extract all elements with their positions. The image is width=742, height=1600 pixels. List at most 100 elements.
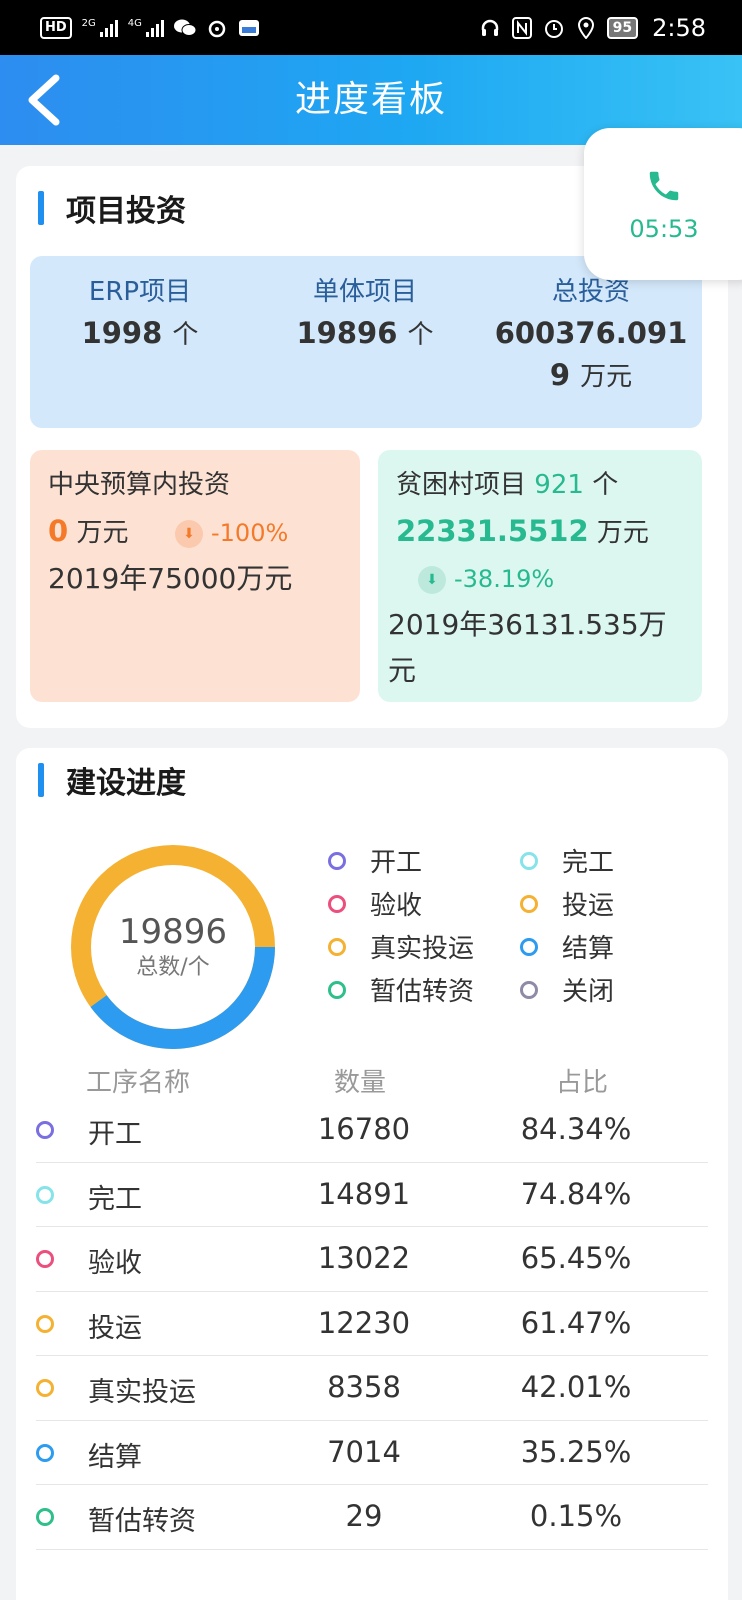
row-name: 真实投运 <box>88 1377 196 1408</box>
total-investment-stat[interactable]: 总投资 600376.091 9 万元 <box>486 272 696 398</box>
call-float-widget[interactable]: 05:53 <box>584 128 742 280</box>
legend-label: 验收 <box>370 891 423 921</box>
call-duration: 05:53 <box>629 215 699 243</box>
erp-value: 1998 <box>81 316 163 350</box>
single-project-unit: 个 <box>407 320 434 350</box>
row-pct: 42.01% <box>520 1370 632 1404</box>
col-header-pct: 占比 <box>556 1068 609 1098</box>
table-header: 工序名称 数量 占比 <box>16 1048 728 1104</box>
legend-item[interactable]: 开工 <box>328 842 520 879</box>
table-row[interactable]: 暂估转资 29 0.15% <box>36 1485 708 1550</box>
legend-item[interactable]: 投运 <box>520 885 648 922</box>
wechat-icon <box>173 17 196 39</box>
legend-item[interactable]: 验收 <box>328 885 520 922</box>
legend-item[interactable]: 关闭 <box>520 971 648 1008</box>
central-budget-value: 0 <box>48 514 69 548</box>
row-marker-icon <box>36 1250 54 1268</box>
row-marker-icon <box>36 1443 54 1462</box>
table-row[interactable]: 投运 12230 61.47% <box>36 1292 708 1356</box>
row-name: 结算 <box>88 1441 142 1473</box>
erp-unit: 个 <box>172 320 199 350</box>
poor-village-value: 22331.5512 <box>396 514 589 548</box>
row-marker-icon <box>36 1314 54 1333</box>
poor-village-change: -38.19% <box>454 565 555 593</box>
legend-label: 结算 <box>562 934 615 964</box>
donut-legend: 开工 完工验收 投运真实投运 结算暂估转资 关闭 <box>328 842 648 1008</box>
hd-badge: HD <box>40 16 72 39</box>
table-row[interactable]: 开工 16780 84.34% <box>36 1098 708 1163</box>
legend-marker-icon <box>520 851 538 870</box>
investment-stats-box: ERP项目 1998 个 单体项目 19896 个 总投资 600376.091… <box>30 256 702 428</box>
legend-label: 暂估转资 <box>370 977 475 1007</box>
table-row[interactable]: 验收 13022 65.45% <box>36 1227 708 1292</box>
total-investment-value-line2: 9 <box>549 358 571 392</box>
row-qty: 12230 <box>317 1305 411 1340</box>
row-qty: 16780 <box>317 1112 411 1146</box>
legend-label: 关闭 <box>562 977 615 1007</box>
row-pct: 61.47% <box>520 1305 632 1340</box>
headset-icon <box>479 17 501 39</box>
status-bar: HD 2G 4G 95 2:58 <box>0 0 742 55</box>
row-pct: 65.45% <box>520 1241 632 1275</box>
title-accent-bar <box>38 191 44 225</box>
call-widget-inner[interactable]: 05:53 <box>602 146 726 264</box>
poor-village-unit: 万元 <box>596 518 649 548</box>
erp-stat[interactable]: ERP项目 1998 个 <box>50 272 230 356</box>
row-pct: 0.15% <box>529 1499 623 1533</box>
progress-section-title: 建设进度 <box>38 758 186 802</box>
network-label-1: 2G <box>81 17 96 29</box>
legend-marker-icon <box>328 894 346 913</box>
total-investment-unit: 万元 <box>580 362 633 392</box>
poor-village-title: 贫困村项目 <box>396 470 527 500</box>
row-pct: 74.84% <box>520 1176 632 1211</box>
legend-item[interactable]: 暂估转资 <box>328 971 520 1008</box>
row-qty: 13022 <box>317 1241 411 1275</box>
legend-marker-icon <box>328 980 346 999</box>
legend-label: 完工 <box>562 848 615 878</box>
network-label-2: 4G <box>127 17 142 29</box>
row-qty: 29 <box>345 1499 383 1533</box>
legend-label: 真实投运 <box>370 934 475 964</box>
status-time: 2:58 <box>652 13 706 42</box>
donut-center: 19896 总数/个 <box>68 842 278 1052</box>
legend-item[interactable]: 真实投运 <box>328 928 520 965</box>
single-project-value: 19896 <box>296 316 398 350</box>
total-investment-value-line1: 600376.091 <box>494 316 688 350</box>
poor-village-count-unit: 个 <box>592 470 619 500</box>
row-name: 验收 <box>88 1248 142 1279</box>
legend-item[interactable]: 结算 <box>520 928 648 965</box>
central-budget-box[interactable]: 中央预算内投资 0 万元 ⬇ -100% 2019年75000万元 <box>30 450 360 702</box>
legend-marker-icon <box>520 894 538 913</box>
row-qty: 14891 <box>317 1176 411 1211</box>
row-marker-icon <box>36 1121 54 1139</box>
poor-village-box[interactable]: 贫困村项目 921 个 22331.5512 万元 ⬇ -38.19% 2019年… <box>378 450 702 702</box>
central-budget-unit: 万元 <box>76 518 129 548</box>
legend-label: 开工 <box>370 848 423 878</box>
progress-title-text: 建设进度 <box>66 766 186 801</box>
nfc-icon <box>511 16 533 39</box>
col-header-qty: 数量 <box>334 1068 387 1098</box>
single-project-label: 单体项目 <box>312 277 417 307</box>
poor-village-compare-line2: 元 <box>388 654 417 687</box>
row-qty: 8358 <box>327 1370 401 1404</box>
single-project-stat[interactable]: 单体项目 19896 个 <box>280 272 450 356</box>
row-name: 投运 <box>88 1312 142 1344</box>
phone-icon <box>649 171 679 201</box>
alarm-icon <box>543 17 565 39</box>
legend-marker-icon <box>328 851 346 870</box>
investment-section-title: 项目投资 <box>38 186 186 230</box>
table-row[interactable]: 真实投运 8358 42.01% <box>36 1356 708 1421</box>
poor-village-compare-line1: 2019年36131.535万 <box>388 608 667 641</box>
poor-village-count: 921 <box>534 470 584 500</box>
title-accent-bar <box>38 763 44 797</box>
weibo-icon <box>206 17 228 39</box>
legend-marker-icon <box>328 937 346 956</box>
legend-item[interactable]: 完工 <box>520 842 648 879</box>
row-marker-icon <box>36 1379 54 1397</box>
investment-title-text: 项目投资 <box>66 194 186 229</box>
donut-caption: 总数/个 <box>136 955 210 980</box>
row-name: 暂估转资 <box>88 1506 196 1537</box>
legend-marker-icon <box>520 937 538 956</box>
table-row[interactable]: 结算 7014 35.25% <box>36 1421 708 1485</box>
table-row[interactable]: 完工 14891 74.84% <box>36 1163 708 1227</box>
